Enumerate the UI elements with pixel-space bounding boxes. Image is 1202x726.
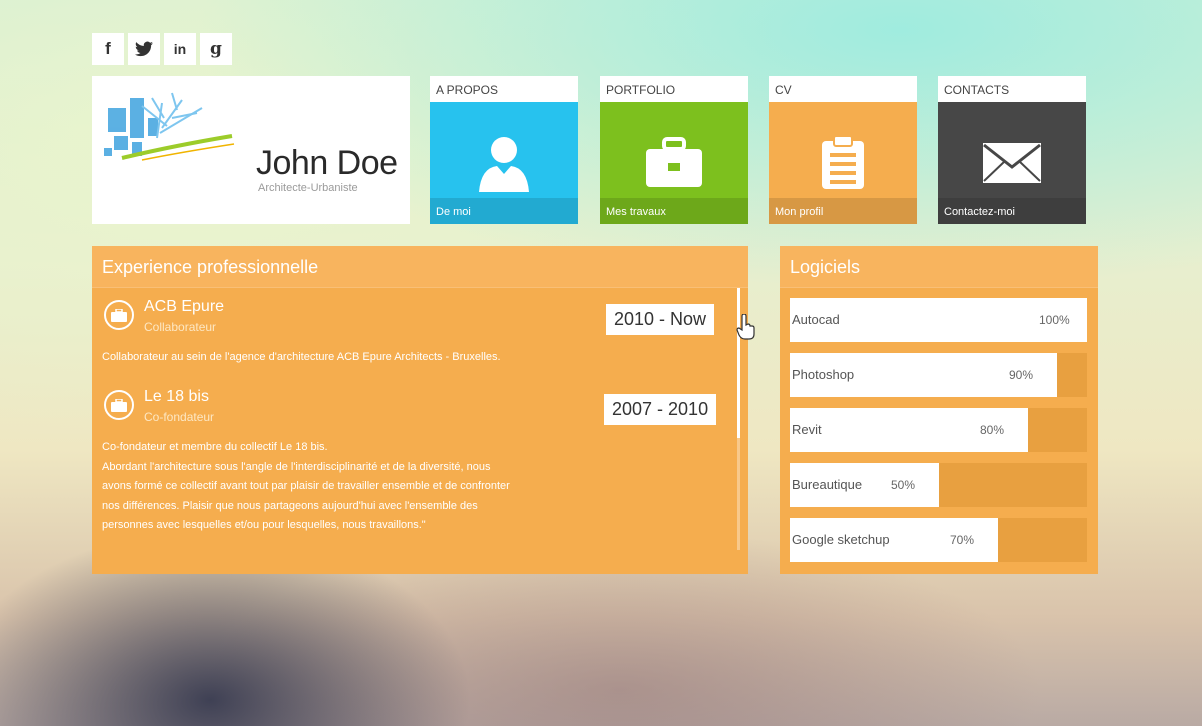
skill-bar: Autocad 100% (790, 298, 1087, 342)
facebook-icon[interactable]: f (92, 33, 124, 65)
job-description: Co-fondateur et membre du collectif Le 1… (102, 441, 510, 531)
envelope-icon (983, 143, 1041, 183)
skill-bar: Bureautique 50% (790, 463, 1087, 507)
job-dates: 2007 - 2010 (604, 394, 717, 425)
clipboard-icon (822, 135, 864, 189)
skill-name: Revit (792, 422, 822, 437)
skill-percent: 90% (1009, 368, 1034, 382)
job-company: Le 18 bis (144, 388, 209, 405)
tile-a-propos[interactable]: A PROPOS De moi (430, 76, 578, 224)
user-icon (479, 137, 529, 192)
skill-name: Autocad (792, 312, 840, 327)
skill-name: Photoshop (792, 367, 855, 382)
job-company: ACB Epure (144, 298, 225, 315)
tile-cv[interactable]: CV Mon profil (769, 76, 917, 224)
google-plus-icon[interactable]: g (200, 33, 232, 65)
tile-subtitle: Mes travaux (600, 198, 748, 224)
tile-label: A PROPOS (430, 76, 578, 102)
skill-bar: Revit 80% (790, 408, 1087, 452)
skill-percent: 50% (891, 478, 916, 492)
scrollbar-thumb[interactable] (737, 288, 740, 438)
tile-label: CONTACTS (938, 76, 1086, 102)
tile-portfolio[interactable]: PORTFOLIO Mes travaux (600, 76, 748, 224)
tile-contacts[interactable]: CONTACTS Contactez-moi (938, 76, 1086, 224)
brand-name: John Doe (256, 144, 398, 182)
skill-bar: Photoshop 90% (790, 353, 1087, 397)
brand-card: John Doe Architecte-Urbaniste (92, 76, 410, 224)
tile-label: CV (769, 76, 917, 102)
job-role: Collaborateur (144, 320, 217, 334)
software-title: Logiciels (780, 246, 1098, 288)
job-role: Co-fondateur (144, 410, 215, 424)
tile-label: PORTFOLIO (600, 76, 748, 102)
skill-bar: Google sketchup 70% (790, 518, 1087, 562)
tile-subtitle: Contactez-moi (938, 198, 1086, 224)
briefcase-icon (646, 137, 702, 187)
twitter-icon[interactable] (128, 33, 160, 65)
skill-name: Google sketchup (792, 532, 890, 547)
experience-panel: Experience professionnelle ACB Epure Col… (92, 246, 748, 574)
briefcase-icon (104, 300, 134, 330)
skill-percent: 100% (1039, 313, 1070, 327)
linkedin-icon[interactable]: in (164, 33, 196, 65)
social-links: f in g (92, 33, 232, 65)
architecture-logo (104, 92, 235, 161)
brand-role: Architecte-Urbaniste (258, 182, 358, 194)
skill-percent: 70% (950, 533, 975, 547)
experience-title: Experience professionnelle (92, 246, 748, 288)
skill-name: Bureautique (792, 477, 863, 492)
job-dates: 2010 - Now (606, 304, 715, 335)
hand-cursor-icon (736, 314, 755, 340)
tile-subtitle: Mon profil (769, 198, 917, 224)
skill-percent: 80% (980, 423, 1005, 437)
tile-subtitle: De moi (430, 198, 578, 224)
software-panel: Logiciels Autocad 100% Photoshop 90% Revit 80… (780, 246, 1098, 574)
job-description: Collaborateur au sein de l'agence d'arch… (102, 351, 501, 363)
briefcase-icon (104, 390, 134, 420)
